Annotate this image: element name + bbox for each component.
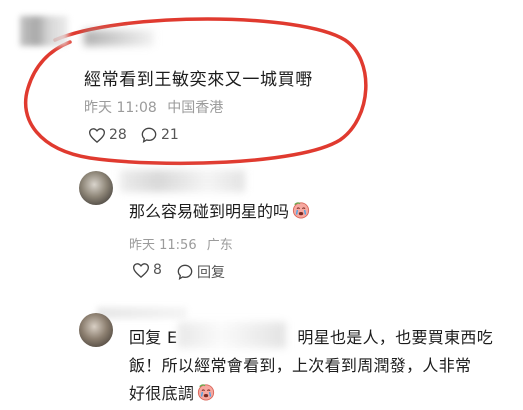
username-redacted[interactable] — [97, 307, 187, 319]
comment-time: 昨天 11:08 — [84, 100, 157, 116]
reply-label: 回复 — [197, 265, 225, 281]
reply-button[interactable]: 回复 — [177, 262, 225, 282]
reply-text-line: 好很底調 — [129, 380, 215, 404]
reply-button[interactable]: 21 — [141, 127, 179, 143]
comment-bubble-icon — [177, 264, 193, 280]
username-redacted[interactable] — [120, 170, 245, 192]
reply-mention[interactable]: 回复 E — [129, 328, 177, 347]
heart-icon — [89, 127, 105, 143]
like-button[interactable]: 28 — [89, 127, 127, 143]
reply-meta: 昨天 11:56 广东 — [129, 234, 233, 253]
comment-meta: 昨天 11:08 中国香港 — [84, 97, 223, 117]
comment-bubble-icon — [141, 127, 157, 143]
like-count: 8 — [153, 262, 162, 278]
like-count: 28 — [109, 127, 127, 143]
avatar[interactable] — [79, 313, 113, 347]
crying-face-emoji — [198, 384, 215, 401]
mention-redacted — [178, 322, 286, 348]
reply-count: 21 — [161, 127, 179, 143]
reply-text: 那么容易碰到明星的吗 — [129, 198, 310, 222]
like-button[interactable]: 8 — [133, 262, 162, 278]
comment-location: 中国香港 — [167, 100, 224, 116]
reply-text-line: 飯！所以經常會看到，上次看到周潤發，人非常 — [129, 356, 472, 375]
heart-icon — [133, 262, 149, 278]
reply-time: 昨天 11:56 — [129, 238, 197, 253]
reply-location: 广东 — [206, 238, 233, 253]
username-redacted[interactable] — [84, 30, 154, 46]
comment-text: 經常看到王敏奕來又一城買嘢 — [84, 70, 313, 90]
avatar-redacted[interactable] — [20, 16, 68, 46]
avatar[interactable] — [79, 171, 113, 205]
crying-face-emoji — [292, 202, 310, 219]
